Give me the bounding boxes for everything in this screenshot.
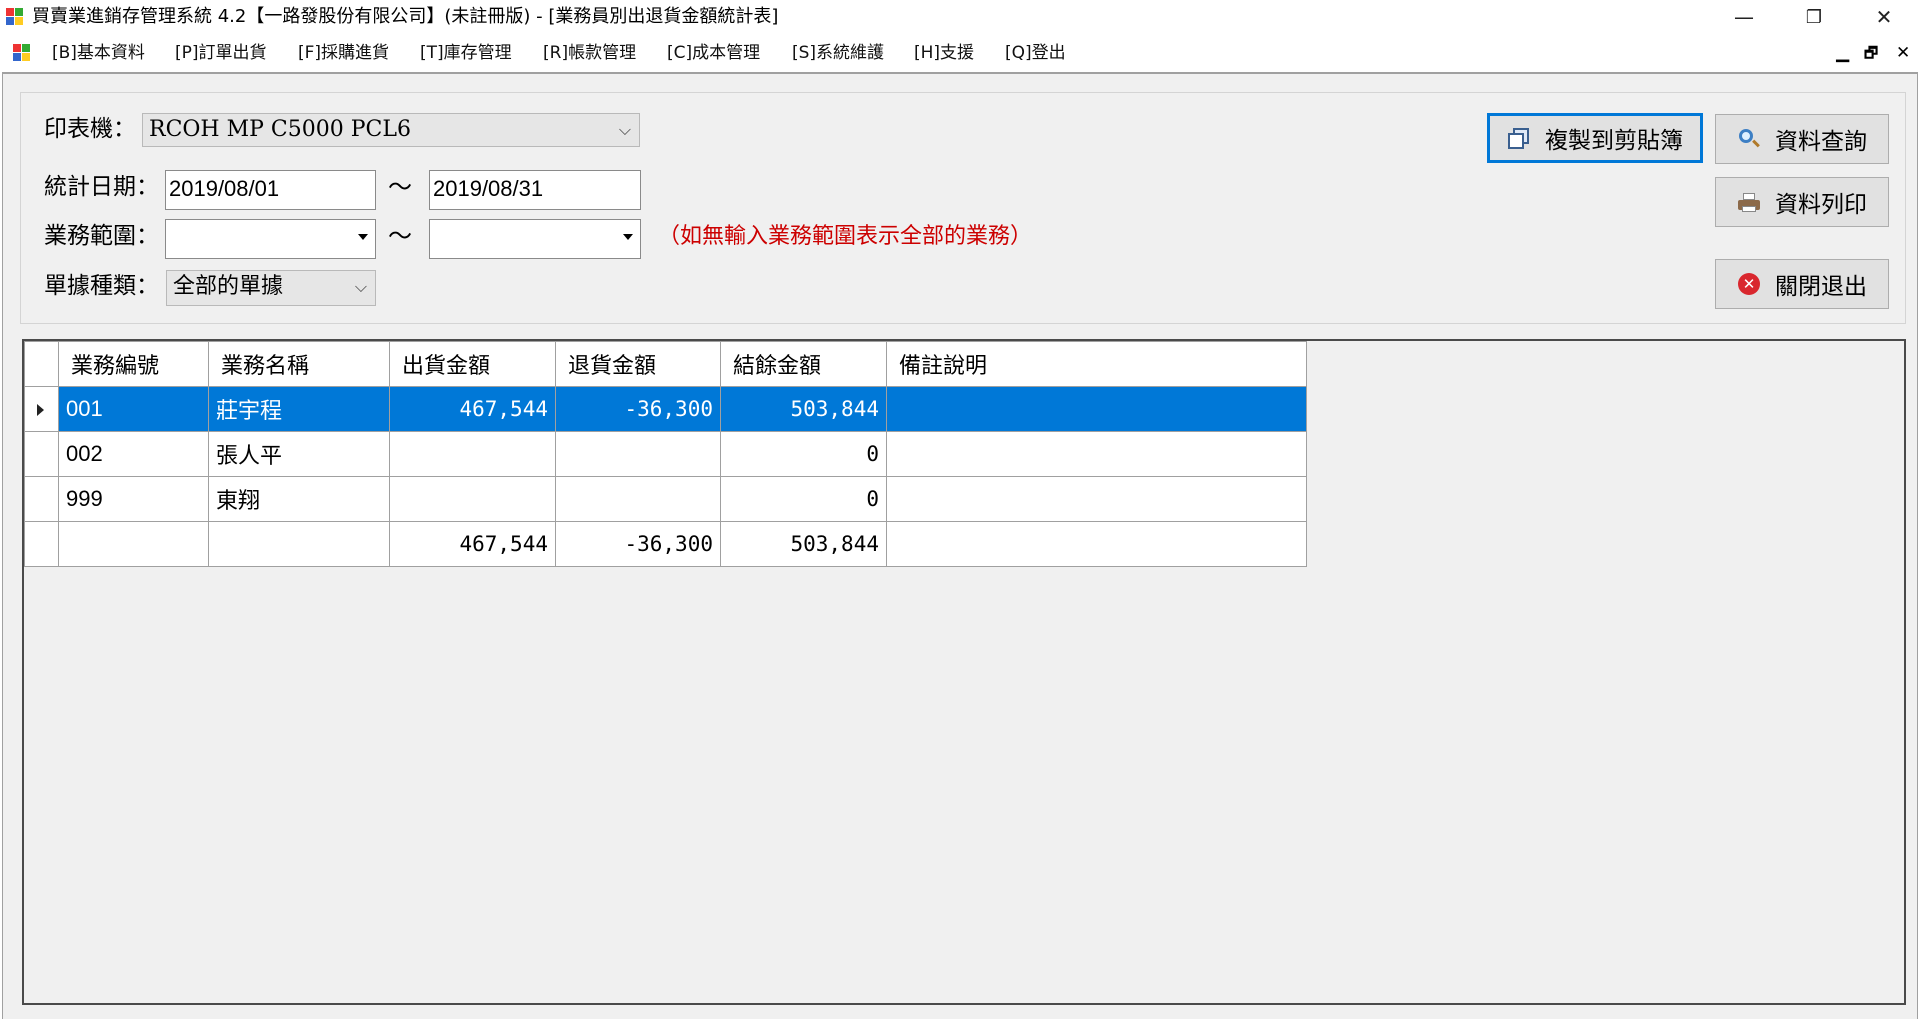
row-header[interactable] [24,521,59,567]
table-cell[interactable] [886,521,1307,567]
copy-button-label: 複製到剪貼簿 [1545,128,1683,154]
query-button-label: 資料查詢 [1775,129,1867,155]
table-cell[interactable] [389,431,556,477]
data-grid[interactable]: 業務編號 業務名稱 出貨金額 退貨金額 結餘金額 備註說明 001 莊宇程 46… [22,339,1906,1005]
mdi-restore-button[interactable]: 🗗 [1864,42,1878,64]
total-row[interactable]: 467,544 -36,300 503,844 [24,521,1307,567]
restore-button[interactable]: ❐ [1784,0,1844,34]
minimize-button[interactable]: — [1714,0,1774,34]
mdi-minimize-button[interactable]: ▁ [1836,42,1849,64]
table-cell[interactable]: 002 [58,431,209,477]
printer-icon [1737,190,1761,214]
menu-system[interactable]: [S]系統維護 [792,42,884,64]
total-balance-cell[interactable]: 503,844 [720,521,887,567]
copy-icon [1507,126,1531,150]
printer-select[interactable]: RCOH MP C5000 PCL6 ⌵ [142,113,640,147]
column-header[interactable]: 退貨金額 [555,341,721,387]
window-title: 買賣業進銷存管理系統 4.2【一路發股份有限公司】(未註冊版) - [業務員別出… [32,6,779,27]
table-cell[interactable] [58,521,209,567]
table-cell[interactable]: 0 [720,431,887,477]
table-cell[interactable]: 467,544 [389,386,556,432]
caret-down-icon [358,234,368,240]
mdi-close-button[interactable]: ✕ [1896,42,1910,64]
range-from-select[interactable] [165,219,376,259]
menu-accounts[interactable]: [R]帳款管理 [543,42,636,64]
menu-cost[interactable]: [C]成本管理 [667,42,760,64]
close-exit-button[interactable]: ✕ 關閉退出 [1715,259,1889,309]
table-header-row: 業務編號 業務名稱 出貨金額 退貨金額 結餘金額 備註說明 [24,341,1307,387]
table-cell[interactable]: 0 [720,476,887,522]
range-separator: ～ [388,222,412,250]
app-icon [6,8,24,26]
table-cell[interactable]: 001 [58,386,209,432]
column-header[interactable]: 結餘金額 [720,341,887,387]
column-header[interactable]: 出貨金額 [389,341,556,387]
row-header[interactable] [24,431,59,477]
table-cell[interactable] [208,521,390,567]
row-header-corner [24,341,59,387]
caret-down-icon [623,234,633,240]
table-cell[interactable]: 503,844 [720,386,887,432]
table-cell[interactable] [886,431,1307,477]
table-cell[interactable]: -36,300 [555,386,721,432]
menu-purchasing[interactable]: [F]採購進貨 [298,42,389,64]
table-cell[interactable] [389,476,556,522]
mdi-app-icon [13,44,31,62]
range-label: 業務範圍： [44,223,159,249]
row-header[interactable] [24,476,59,522]
table-row[interactable]: 002 張人平 0 [24,431,1307,477]
column-header[interactable]: 備註說明 [886,341,1307,387]
print-button-label: 資料列印 [1775,192,1867,218]
date-from-input[interactable]: 2019/08/01 [165,170,376,210]
menu-basic-data[interactable]: [B]基本資料 [52,42,145,64]
column-header[interactable]: 業務編號 [58,341,209,387]
menu-orders-shipping[interactable]: [P]訂單出貨 [175,42,267,64]
total-return-cell[interactable]: -36,300 [555,521,721,567]
close-circle-icon: ✕ [1737,272,1761,296]
table-cell[interactable]: 999 [58,476,209,522]
current-row-icon [37,404,44,416]
magnifier-icon [1737,127,1761,151]
printer-label: 印表機： [44,116,136,142]
table-cell[interactable]: 張人平 [208,431,390,477]
menu-bar: [B]基本資料 [P]訂單出貨 [F]採購進貨 [T]庫存管理 [R]帳款管理 … [0,38,1920,68]
doctype-select[interactable]: 全部的單據 ⌵ [166,270,376,306]
table-cell[interactable] [886,476,1307,522]
table-cell[interactable] [886,386,1307,432]
copy-to-clipboard-button[interactable]: 複製到剪貼簿 [1487,113,1703,163]
close-window-button[interactable]: ✕ [1854,0,1914,34]
chevron-down-icon: ⌵ [354,277,367,296]
print-button[interactable]: 資料列印 [1715,177,1889,227]
doctype-label: 單據種類： [44,273,159,299]
printer-value: RCOH MP C5000 PCL6 [149,117,411,142]
menu-logout[interactable]: [Q]登出 [1005,42,1066,64]
table-row[interactable]: 999 東翔 0 [24,476,1307,522]
menu-inventory[interactable]: [T]庫存管理 [420,42,512,64]
date-to-input[interactable]: 2019/08/31 [429,170,641,210]
table-row[interactable]: 001 莊宇程 467,544 -36,300 503,844 [24,386,1307,432]
salesperson-table: 業務編號 業務名稱 出貨金額 退貨金額 結餘金額 備註說明 001 莊宇程 46… [24,341,1307,567]
doctype-value: 全部的單據 [173,274,284,299]
menu-support[interactable]: [H]支援 [914,42,974,64]
range-hint: （如無輸入業務範圍表示全部的業務） [658,224,1033,249]
chevron-down-icon: ⌵ [618,120,631,139]
range-to-select[interactable] [429,219,641,259]
table-cell[interactable]: 東翔 [208,476,390,522]
title-bar: 買賣業進銷存管理系統 4.2【一路發股份有限公司】(未註冊版) - [業務員別出… [0,0,1920,34]
total-ship-cell[interactable]: 467,544 [389,521,556,567]
query-button[interactable]: 資料查詢 [1715,114,1889,164]
table-cell[interactable] [555,431,721,477]
close-button-label: 關閉退出 [1775,274,1867,300]
column-header[interactable]: 業務名稱 [208,341,390,387]
date-label: 統計日期： [44,174,159,200]
row-header[interactable] [24,386,59,432]
table-cell[interactable]: 莊宇程 [208,386,390,432]
date-range-separator: ～ [388,173,412,201]
table-cell[interactable] [555,476,721,522]
